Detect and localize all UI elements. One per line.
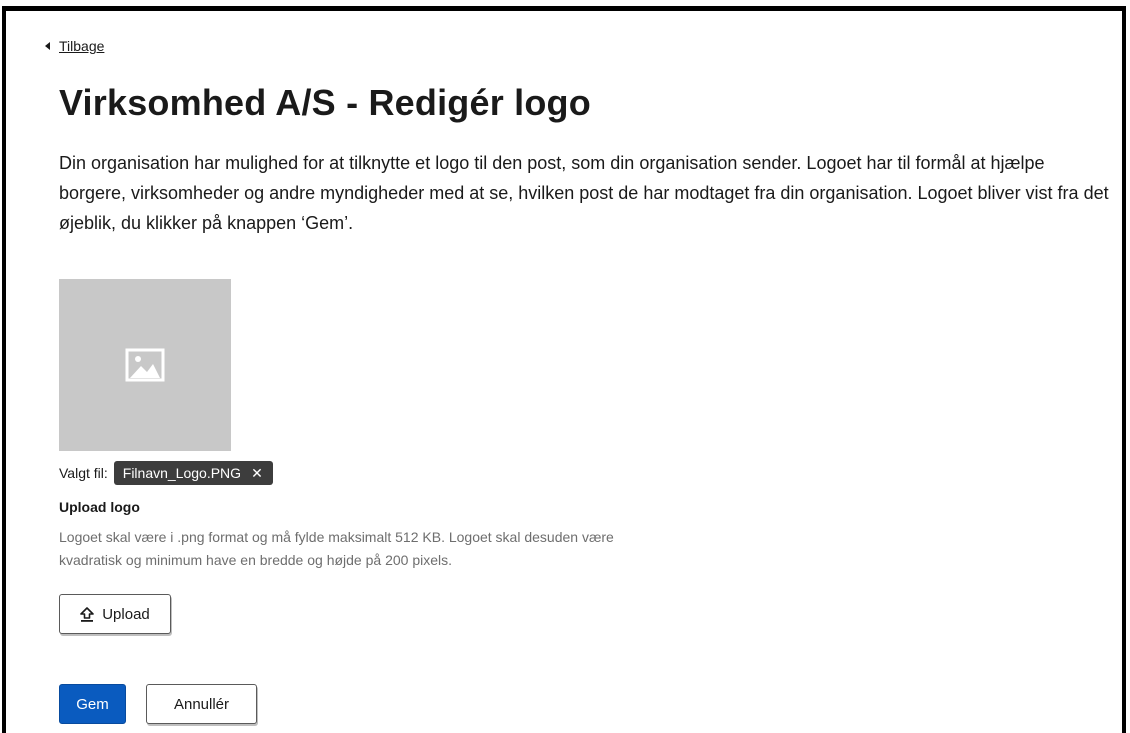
save-button[interactable]: Gem bbox=[59, 684, 126, 724]
image-icon bbox=[125, 348, 165, 382]
upload-button-label: Upload bbox=[102, 605, 150, 623]
close-icon[interactable]: ✕ bbox=[251, 466, 263, 480]
upload-help-text: Logoet skal være i .png format og må fyl… bbox=[59, 529, 614, 568]
upload-button[interactable]: Upload bbox=[59, 594, 171, 634]
cancel-button[interactable]: Annullér bbox=[146, 684, 257, 724]
upload-icon bbox=[80, 606, 95, 622]
selected-file: Valgt fil: Filnavn_Logo.PNG ✕ bbox=[59, 461, 273, 485]
page-title: Virksomhed A/S - Redigér logo bbox=[59, 82, 591, 123]
file-name: Filnavn_Logo.PNG bbox=[122, 465, 242, 481]
intro-text: Din organisation har mulighed for at til… bbox=[59, 153, 1109, 233]
back-link-label: Tilbage bbox=[59, 38, 105, 54]
back-link[interactable]: Tilbage bbox=[45, 38, 104, 54]
selected-file-label: Valgt fil: bbox=[59, 465, 108, 481]
upload-label: Upload logo bbox=[59, 499, 140, 515]
logo-preview bbox=[59, 279, 231, 451]
caret-left-icon bbox=[45, 42, 50, 50]
file-chip: Filnavn_Logo.PNG ✕ bbox=[113, 461, 273, 485]
